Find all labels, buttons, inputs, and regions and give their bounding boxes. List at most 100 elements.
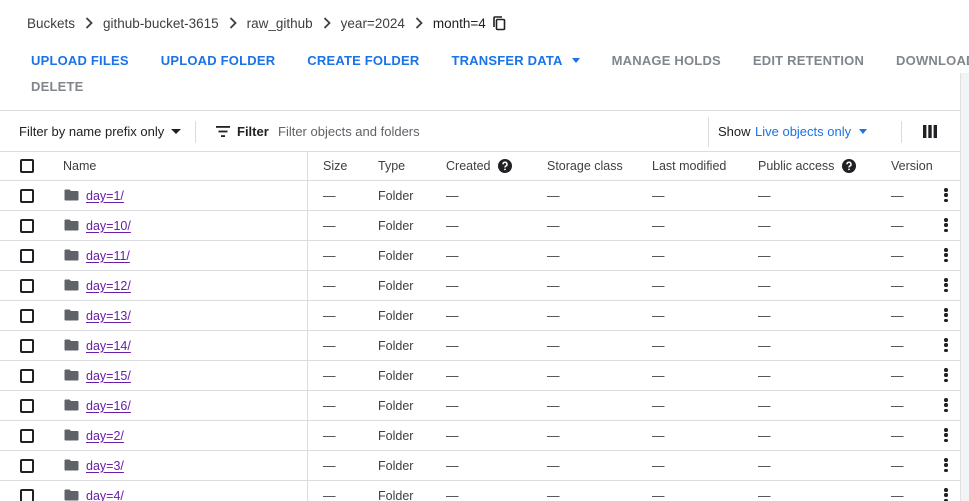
filter-bar: Filter by name prefix only Filter Show L… [0, 110, 960, 152]
more-vert-icon[interactable] [944, 458, 948, 472]
type-cell: Folder [378, 488, 414, 501]
show-objects-select[interactable]: Live objects only [755, 124, 868, 139]
folder-icon [64, 489, 79, 501]
version-cell: — [891, 188, 904, 203]
version-cell: — [891, 308, 904, 323]
row-checkbox[interactable] [20, 248, 34, 263]
public-access-cell: — [758, 308, 771, 323]
table-header: Name Size Type Created Storage class Las… [0, 152, 960, 181]
header-size[interactable]: Size [323, 152, 347, 180]
last-modified-cell: — [652, 338, 665, 353]
filter-input[interactable] [278, 121, 698, 141]
last-modified-cell: — [652, 428, 665, 443]
folder-link[interactable]: day=3/ [86, 451, 124, 480]
row-checkbox[interactable] [20, 188, 34, 203]
row-checkbox[interactable] [20, 458, 34, 473]
folder-link[interactable]: day=4/ [86, 481, 124, 501]
transfer-data-button[interactable]: TRANSFER DATA [451, 53, 580, 68]
more-vert-icon[interactable] [944, 308, 948, 322]
copy-icon[interactable] [492, 15, 506, 31]
header-created-label[interactable]: Created [446, 159, 490, 173]
type-cell: Folder [378, 428, 414, 443]
row-checkbox[interactable] [20, 488, 34, 501]
more-vert-icon[interactable] [944, 398, 948, 412]
created-cell: — [446, 248, 459, 263]
delete-button[interactable]: DELETE [31, 79, 83, 94]
header-public-access-label[interactable]: Public access [758, 159, 834, 173]
table-row: day=13/ — Folder — — — — — [0, 301, 960, 331]
folder-link[interactable]: day=10/ [86, 211, 131, 240]
column-divider [307, 331, 308, 360]
more-vert-icon[interactable] [944, 188, 948, 202]
breadcrumb-raw-github[interactable]: raw_github [247, 16, 313, 31]
manage-holds-button[interactable]: MANAGE HOLDS [612, 53, 721, 68]
created-cell: — [446, 368, 459, 383]
filter-button[interactable]: Filter [216, 124, 269, 139]
folder-link[interactable]: day=12/ [86, 271, 131, 300]
folder-link[interactable]: day=13/ [86, 301, 131, 330]
header-name[interactable]: Name [63, 152, 96, 180]
vertical-scrollbar[interactable] [960, 73, 969, 501]
table-row: day=11/ — Folder — — — — — [0, 241, 960, 271]
folder-link[interactable]: day=1/ [86, 181, 124, 210]
column-display-button[interactable] [923, 124, 937, 138]
divider [901, 121, 902, 143]
more-vert-icon[interactable] [944, 488, 948, 501]
upload-folder-button[interactable]: UPLOAD FOLDER [161, 53, 276, 68]
size-cell: — [323, 428, 336, 443]
edit-retention-button[interactable]: EDIT RETENTION [753, 53, 864, 68]
breadcrumb-buckets[interactable]: Buckets [27, 16, 75, 31]
header-last-modified[interactable]: Last modified [652, 152, 726, 180]
breadcrumb-bucket[interactable]: github-bucket-3615 [103, 16, 219, 31]
more-vert-icon[interactable] [944, 428, 948, 442]
chevron-right-icon [313, 17, 341, 29]
version-cell: — [891, 248, 904, 263]
help-icon[interactable] [842, 159, 857, 173]
size-cell: — [323, 278, 336, 293]
breadcrumb-year[interactable]: year=2024 [341, 16, 405, 31]
type-cell: Folder [378, 338, 414, 353]
row-checkbox[interactable] [20, 308, 34, 323]
folder-link[interactable]: day=16/ [86, 391, 131, 420]
table-row: day=14/ — Folder — — — — — [0, 331, 960, 361]
table-row: day=1/ — Folder — — — — — [0, 181, 960, 211]
more-vert-icon[interactable] [944, 368, 948, 382]
help-icon[interactable] [498, 159, 513, 173]
last-modified-cell: — [652, 368, 665, 383]
folder-icon [64, 429, 79, 441]
breadcrumb: Buckets github-bucket-3615 raw_github ye… [27, 14, 506, 32]
folder-link[interactable]: day=2/ [86, 421, 124, 450]
create-folder-button[interactable]: CREATE FOLDER [307, 53, 419, 68]
folder-icon [64, 399, 79, 411]
more-vert-icon[interactable] [944, 248, 948, 262]
row-checkbox[interactable] [20, 428, 34, 443]
row-checkbox[interactable] [20, 218, 34, 233]
download-button[interactable]: DOWNLOAD [896, 53, 969, 68]
chevron-right-icon [219, 17, 247, 29]
version-cell: — [891, 428, 904, 443]
row-checkbox[interactable] [20, 338, 34, 353]
table-row: day=3/ — Folder — — — — — [0, 451, 960, 481]
header-type[interactable]: Type [378, 152, 405, 180]
folder-link[interactable]: day=15/ [86, 361, 131, 390]
folder-link[interactable]: day=14/ [86, 331, 131, 360]
upload-files-button[interactable]: UPLOAD FILES [31, 53, 129, 68]
header-version[interactable]: Version [891, 152, 933, 180]
last-modified-cell: — [652, 398, 665, 413]
storage-class-cell: — [547, 368, 560, 383]
more-vert-icon[interactable] [944, 278, 948, 292]
row-checkbox[interactable] [20, 398, 34, 413]
filter-prefix-select[interactable]: Filter by name prefix only [19, 124, 182, 139]
more-vert-icon[interactable] [944, 338, 948, 352]
row-checkbox[interactable] [20, 278, 34, 293]
filter-label: Filter [237, 123, 269, 139]
column-resize-handle[interactable] [307, 152, 308, 180]
more-vert-icon[interactable] [944, 218, 948, 232]
chevron-right-icon [75, 17, 103, 29]
select-all-checkbox[interactable] [20, 159, 34, 173]
created-cell: — [446, 308, 459, 323]
row-checkbox[interactable] [20, 368, 34, 383]
folder-link[interactable]: day=11/ [86, 241, 130, 270]
header-storage-class[interactable]: Storage class [547, 152, 623, 180]
public-access-cell: — [758, 458, 771, 473]
